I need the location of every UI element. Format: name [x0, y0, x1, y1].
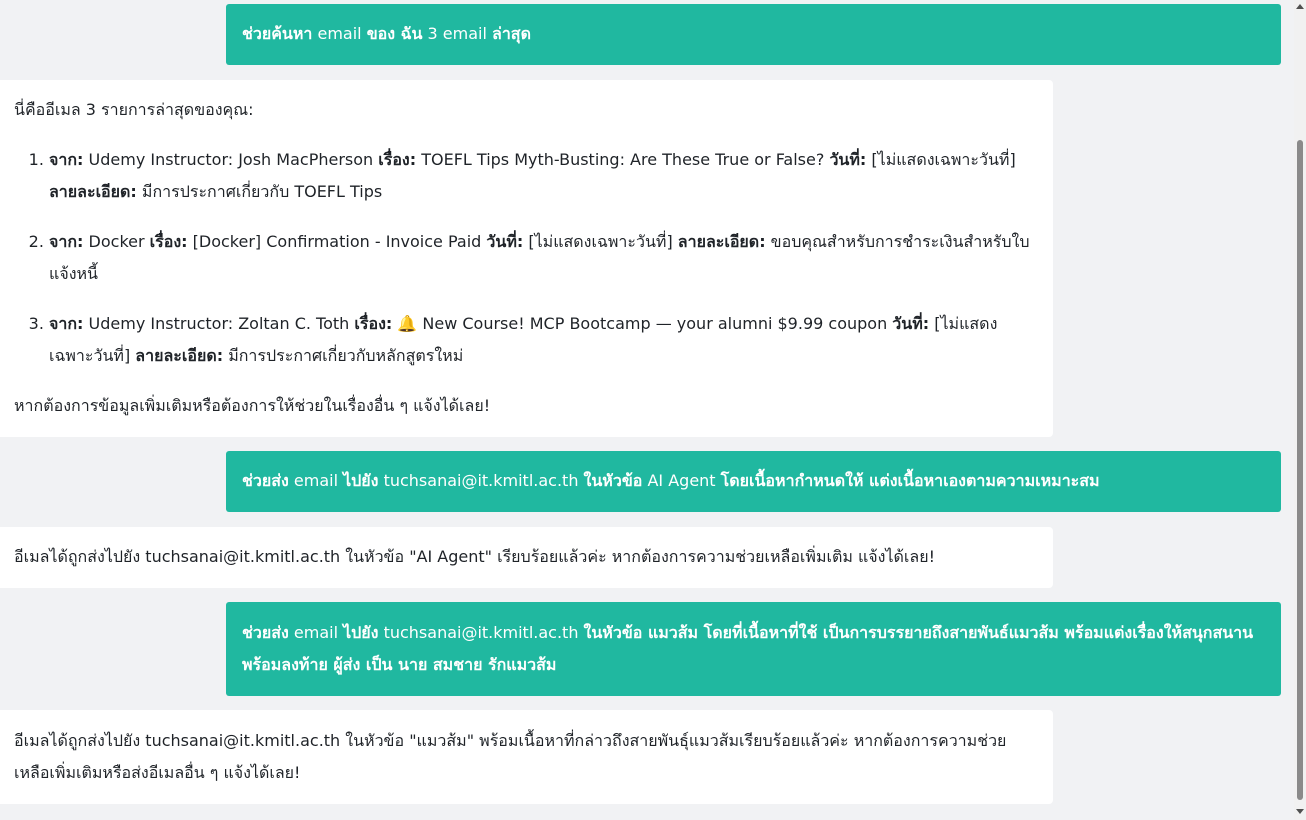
msg-text: ในหัวข้อ: [583, 471, 643, 490]
subject-value: [Docker] Confirmation - Invoice Paid: [187, 232, 487, 251]
list-item: จาก: Udemy Instructor: Josh MacPherson เ…: [49, 144, 1039, 208]
date-label: วันที่:: [892, 314, 930, 333]
from-label: จาก:: [49, 232, 84, 251]
scrollbar-thumb[interactable]: [1297, 140, 1303, 800]
list-item: จาก: Udemy Instructor: Zoltan C. Toth เร…: [49, 308, 1039, 372]
date-value: [ไม่แสดงเฉพาะวันที่]: [866, 150, 1016, 169]
detail-label: ลายละเอียด:: [135, 346, 224, 365]
email-list: จาก: Udemy Instructor: Josh MacPherson เ…: [14, 144, 1039, 372]
msg-text: ช่วยส่ง: [242, 623, 289, 642]
from-label: จาก:: [49, 314, 84, 333]
user-message: ช่วยส่ง email ไปยัง tuchsanai@it.kmitl.a…: [226, 602, 1281, 696]
from-value: Docker: [83, 232, 150, 251]
from-value: Udemy Instructor: Josh MacPherson: [83, 150, 379, 169]
detail-value: มีการประกาศเกี่ยวกับหลักสูตรใหม่: [223, 346, 464, 365]
scroll-down-arrow-icon[interactable]: [1296, 809, 1304, 814]
message-text: อีเมลได้ถูกส่งไปยัง tuchsanai@it.kmitl.a…: [14, 547, 935, 566]
msg-text: ไปยัง: [343, 623, 379, 642]
list-item: จาก: Docker เรื่อง: [Docker] Confirmatio…: [49, 226, 1039, 290]
detail-label: ลายละเอียด:: [49, 182, 137, 201]
message-text: อีเมลได้ถูกส่งไปยัง tuchsanai@it.kmitl.a…: [14, 731, 1007, 782]
subject-label: เรื่อง:: [378, 150, 417, 169]
detail-value: มีการประกาศเกี่ยวกับ TOEFL Tips: [136, 182, 383, 201]
msg-text: ล่าสุด: [492, 24, 531, 43]
subject-value: 🔔 New Course! MCP Bootcamp — your alumni…: [392, 314, 893, 333]
subject-value: TOEFL Tips Myth-Busting: Are These True …: [416, 150, 830, 169]
from-label: จาก:: [49, 150, 84, 169]
msg-text: email: [312, 24, 367, 43]
user-message: ช่วยค้นหา email ของ ฉัน 3 email ล่าสุด: [226, 4, 1281, 65]
from-value: Udemy Instructor: Zoltan C. Toth: [83, 314, 355, 333]
msg-text: tuchsanai@it.kmitl.ac.th: [378, 623, 584, 642]
assistant-message: อีเมลได้ถูกส่งไปยัง tuchsanai@it.kmitl.a…: [0, 527, 1053, 588]
date-value: [ไม่แสดงเฉพาะวันที่]: [523, 232, 678, 251]
msg-text: email: [288, 623, 344, 642]
msg-text: ช่วยส่ง: [242, 471, 289, 490]
chat-thread: ช่วยค้นหา email ของ ฉัน 3 email ล่าสุด น…: [0, 0, 1294, 820]
assistant-message: อีเมลได้ถูกส่งไปยัง tuchsanai@it.kmitl.a…: [0, 710, 1053, 804]
scroll-up-arrow-icon[interactable]: [1296, 4, 1304, 9]
msg-text: ช่วยค้นหา: [242, 24, 313, 43]
msg-text: email: [288, 471, 344, 490]
date-label: วันที่:: [829, 150, 867, 169]
msg-text: ของ ฉัน: [366, 24, 423, 43]
message-outro: หากต้องการข้อมูลเพิ่มเติมหรือต้องการให้ช…: [14, 396, 491, 415]
subject-label: เรื่อง:: [354, 314, 393, 333]
msg-text: AI Agent: [642, 471, 721, 490]
detail-label: ลายละเอียด:: [677, 232, 766, 251]
msg-text: 3 email: [422, 24, 493, 43]
user-message: ช่วยส่ง email ไปยัง tuchsanai@it.kmitl.a…: [226, 451, 1281, 512]
msg-text: tuchsanai@it.kmitl.ac.th: [378, 471, 584, 490]
subject-label: เรื่อง:: [149, 232, 188, 251]
assistant-message: นี่คืออีเมล 3 รายการล่าสุดของคุณ: จาก: U…: [0, 80, 1053, 437]
message-intro: นี่คืออีเมล 3 รายการล่าสุดของคุณ:: [14, 100, 254, 119]
date-label: วันที่:: [486, 232, 524, 251]
msg-text: โดยเนื้อหากำหนดให้ แต่งเนื้อหาเองตามความ…: [720, 471, 1100, 490]
msg-text: ไปยัง: [343, 471, 379, 490]
vertical-scrollbar[interactable]: [1294, 0, 1306, 820]
